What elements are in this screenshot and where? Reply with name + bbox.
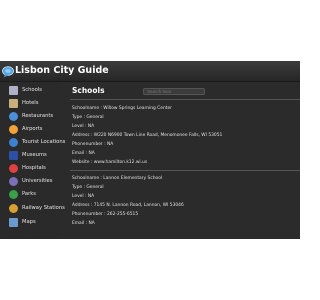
- school-address: Address : W220 N6900 Town Line Road, Men…: [72, 133, 223, 138]
- school-type: Type : General: [72, 115, 104, 120]
- airport-icon: [9, 125, 18, 134]
- sidebar-item-universities[interactable]: Universities: [0, 176, 60, 189]
- header-bar: Lisbon City Guide: [0, 61, 300, 82]
- sidebar-item-maps[interactable]: Maps: [0, 217, 60, 230]
- restaurant-icon: [9, 112, 18, 121]
- school-email: Email : NA: [72, 151, 95, 156]
- park-icon: [9, 190, 18, 199]
- school-email: Email : NA: [72, 221, 95, 226]
- sidebar-item-airports[interactable]: Airports: [0, 124, 60, 137]
- school-bag-icon: [9, 86, 18, 95]
- sidebar-item-museums[interactable]: Museums: [0, 150, 60, 163]
- sidebar-item-label: Hospitals: [22, 165, 46, 171]
- hospital-cross-icon: [9, 164, 18, 173]
- sidebar-item-tourist-locations[interactable]: Tourist Locations: [0, 137, 65, 150]
- sidebar-item-schools[interactable]: Schools: [0, 85, 60, 98]
- sidebar-item-hotels[interactable]: Hotels: [0, 98, 60, 111]
- search-input[interactable]: [143, 88, 205, 95]
- sidebar-item-label: Railway Stations: [22, 205, 65, 211]
- school-phone: Phonenumber : 262-255-6515: [72, 212, 139, 217]
- school-name: Schoolname : Lannon Elementary School: [72, 176, 163, 181]
- hotel-icon: [9, 99, 18, 108]
- app-title: Lisbon City Guide: [15, 65, 109, 76]
- sidebar-item-railway-stations[interactable]: Railway Stations: [0, 203, 65, 216]
- sidebar-item-label: Airports: [22, 126, 43, 132]
- sidebar-item-label: Restaurants: [22, 113, 54, 119]
- map-icon: [9, 218, 18, 227]
- school-website[interactable]: Website : www.hamilton.k12.wi.us: [72, 160, 147, 165]
- sidebar-item-label: Hotels: [22, 100, 39, 106]
- school-level: Level : NA: [72, 194, 95, 199]
- museum-icon: [9, 151, 18, 160]
- school-address: Address : 7145 N. Lannon Road, Lannon, W…: [72, 203, 184, 208]
- sidebar: Schools Hotels Restaurants Airports Tour…: [0, 82, 65, 239]
- train-icon: [9, 204, 18, 213]
- title-divider: [70, 99, 300, 100]
- app-window: Lisbon City Guide Schools Hotels Restaur…: [0, 61, 300, 239]
- main-content: Schools Schoolname : Willow Springs Lear…: [60, 82, 300, 239]
- record-divider: [70, 170, 300, 171]
- sidebar-item-label: Parks: [22, 191, 36, 197]
- sidebar-item-label: Universities: [22, 178, 53, 184]
- chat-bubble-icon: [2, 66, 14, 78]
- school-name: Schoolname : Willow Springs Learning Cen…: [72, 106, 172, 111]
- page-title: Schools: [72, 86, 105, 95]
- sidebar-item-label: Maps: [22, 219, 36, 225]
- sidebar-item-parks[interactable]: Parks: [0, 189, 60, 202]
- tourist-globe-icon: [9, 138, 18, 147]
- school-level: Level : NA: [72, 124, 95, 129]
- university-icon: [9, 177, 18, 186]
- sidebar-item-hospitals[interactable]: Hospitals: [0, 163, 60, 176]
- school-type: Type : General: [72, 185, 104, 190]
- school-phone: Phonenumber : NA: [72, 142, 114, 147]
- sidebar-item-restaurants[interactable]: Restaurants: [0, 111, 60, 124]
- sidebar-item-label: Tourist Locations: [22, 139, 66, 145]
- sidebar-item-label: Schools: [22, 87, 42, 93]
- sidebar-item-label: Museums: [22, 152, 47, 158]
